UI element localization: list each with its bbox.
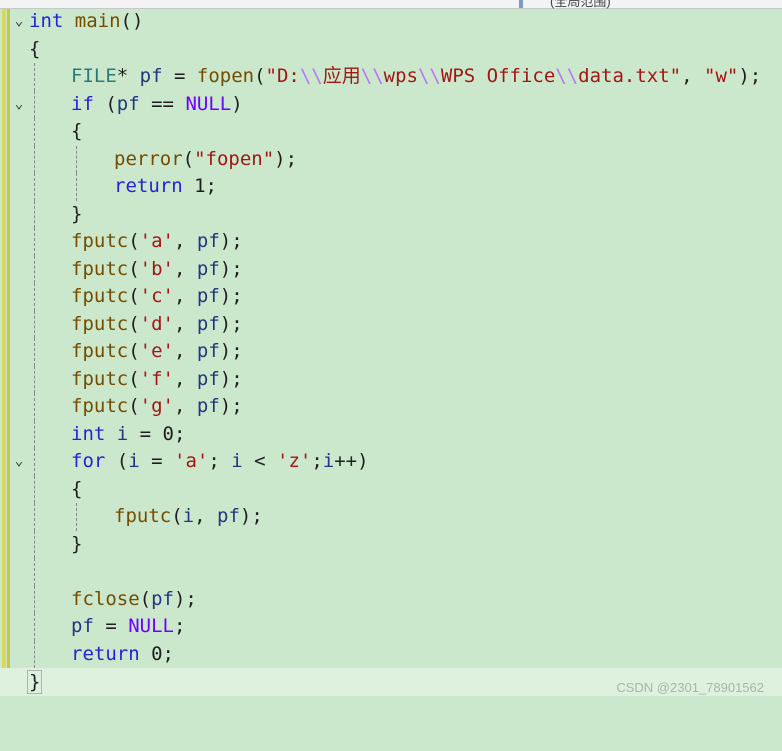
code-line: fputc(i, pf);: [0, 503, 782, 531]
code-line: ⌄ int main(): [0, 8, 782, 36]
code-line: return 1;: [0, 173, 782, 201]
code-line: }: [0, 200, 782, 228]
code-line: fclose(pf);: [0, 585, 782, 613]
code-line: fputc('f', pf);: [0, 365, 782, 393]
code-line: ⌄ if (pf == NULL): [0, 90, 782, 119]
splitter[interactable]: [519, 0, 523, 8]
code-line: {: [0, 475, 782, 503]
code-line: fputc('d', pf);: [0, 310, 782, 338]
code-line: FILE* pf = fopen("D:\\应用\\wps\\WPS Offic…: [0, 63, 782, 91]
code-line: int i = 0;: [0, 420, 782, 448]
chevron-down-icon[interactable]: ⌄: [11, 8, 27, 36]
code-line: fputc('g', pf);: [0, 393, 782, 421]
code-line: fputc('a', pf);: [0, 228, 782, 256]
watermark: CSDN @2301_78901562: [616, 680, 764, 695]
code-line: {: [29, 37, 41, 60]
chevron-down-icon[interactable]: ⌄: [11, 91, 27, 119]
code-line: fputc('b', pf);: [0, 255, 782, 283]
code-line-blank: [0, 558, 782, 586]
code-line: ⌄ for (i = 'a'; i < 'z';i++): [0, 448, 782, 476]
code-line: fputc('c', pf);: [0, 283, 782, 311]
chevron-down-icon[interactable]: ⌄: [11, 448, 27, 476]
code-line: fputc('e', pf);: [0, 338, 782, 366]
code-line: return 0;: [0, 640, 782, 668]
code-line: }: [0, 530, 782, 558]
code-line: pf = NULL;: [0, 613, 782, 641]
code-editor[interactable]: ⌄ int main() { FILE* pf = fopen("D:\\应用\…: [0, 8, 782, 696]
code-line: {: [0, 118, 782, 146]
code-line: perror("fopen");: [0, 145, 782, 173]
